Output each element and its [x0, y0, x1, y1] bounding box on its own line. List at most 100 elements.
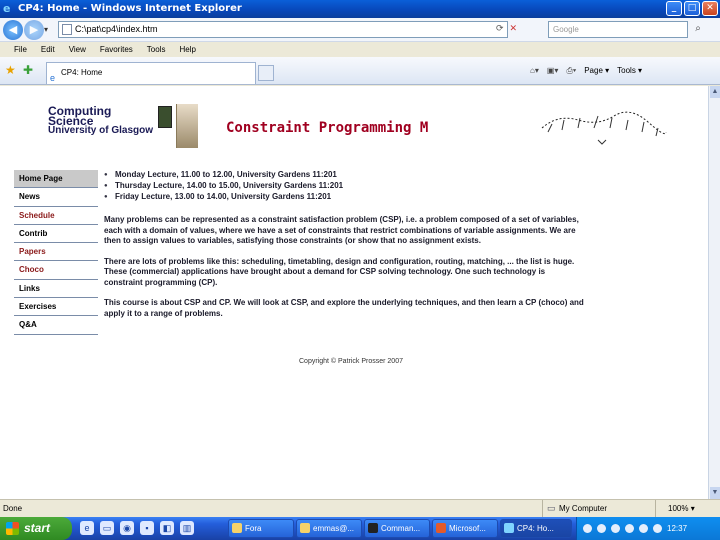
decorative-doodle-image [541, 111, 667, 145]
scroll-down-icon[interactable]: ▼ [710, 487, 720, 499]
nav-qa[interactable]: Q&A [14, 316, 98, 335]
nav-links[interactable]: Links [14, 280, 98, 299]
tray-icon[interactable] [583, 524, 592, 533]
tab-row: ★ ✚ e CP4: Home ⌂▾ ▣▾ ⎙▾ Page ▾ Tools ▾ [0, 57, 720, 85]
applications-paragraph: There are lots of problems like this: sc… [104, 256, 575, 287]
window-controls: _ □ ✕ [666, 1, 718, 16]
menu-tools[interactable]: Tools [147, 42, 166, 57]
computer-icon: ▭ [547, 503, 556, 513]
lecture-item: Thursday Lecture, 14.00 to 15.00, Univer… [104, 181, 584, 192]
start-label: start [24, 521, 51, 535]
zoom-control[interactable]: 100% ▾ [655, 500, 695, 517]
nav-contrib[interactable]: Contrib [14, 225, 98, 244]
cmd-quicklaunch-icon[interactable]: ▪ [140, 521, 154, 535]
university-building-image [176, 104, 198, 148]
tray-icon[interactable] [597, 524, 606, 533]
tab-label: CP4: Home [61, 68, 103, 77]
page-icon [62, 24, 72, 35]
task-microsoft[interactable]: Microsof... [432, 519, 498, 538]
tool-quicklaunch-icon[interactable]: ◧ [160, 521, 174, 535]
page-content: Computing Science University of Glasgow … [0, 86, 708, 499]
ie-window: e CP4: Home - Windows Internet Explorer … [0, 0, 720, 540]
lecture-list: Monday Lecture, 11.00 to 12.00, Universi… [104, 170, 584, 203]
scroll-up-icon[interactable]: ▲ [710, 86, 720, 98]
page-menu[interactable]: Page ▾ [584, 64, 609, 78]
task-label: Fora [245, 524, 262, 533]
new-tab-button[interactable] [258, 65, 274, 81]
zoom-value: 100% [668, 504, 689, 513]
media-icon[interactable]: ◉ [120, 521, 134, 535]
home-icon[interactable]: ⌂▾ [530, 64, 539, 78]
task-command[interactable]: Comman... [364, 519, 430, 538]
left-navigation: Home Page News Schedule Contrib Papers C… [14, 170, 98, 335]
forward-button[interactable]: ▶ [24, 20, 44, 40]
tray-icon[interactable] [625, 524, 634, 533]
tab-cp4-home[interactable]: e CP4: Home [46, 62, 256, 84]
logo-text: Computing Science University of Glasgow [48, 105, 153, 136]
app-quicklaunch-icon[interactable]: ▥ [180, 521, 194, 535]
search-input[interactable]: Google [548, 21, 688, 38]
maximize-button[interactable]: □ [684, 1, 700, 16]
refresh-icon[interactable]: ⟳ [496, 23, 504, 34]
nav-schedule[interactable]: Schedule [14, 207, 98, 225]
ie-quicklaunch-icon[interactable]: e [80, 521, 94, 535]
menu-view[interactable]: View [69, 42, 86, 57]
tools-menu-label: Tools [617, 66, 636, 75]
zone-label: My Computer [559, 504, 608, 513]
menu-favorites[interactable]: Favorites [100, 42, 133, 57]
title-bar: e CP4: Home - Windows Internet Explorer … [0, 0, 720, 18]
tray-icon[interactable] [639, 524, 648, 533]
window-title: CP4: Home - Windows Internet Explorer [18, 3, 242, 14]
feeds-icon[interactable]: ▣▾ [547, 64, 559, 78]
nav-choco[interactable]: Choco [14, 261, 98, 280]
tray-icon[interactable] [653, 524, 662, 533]
status-bar: Done ▭ My Computer 100% ▾ [0, 499, 720, 517]
vertical-scrollbar[interactable]: ▲ ▼ [708, 86, 720, 499]
tools-menu[interactable]: Tools ▾ [617, 64, 642, 78]
stop-icon[interactable]: ✕ [510, 23, 518, 34]
nav-home-page[interactable]: Home Page [14, 170, 98, 189]
security-zone: ▭ My Computer [542, 500, 642, 517]
task-email[interactable]: emmas@... [296, 519, 362, 538]
task-label: Microsof... [449, 524, 486, 533]
windows-logo-icon [6, 522, 19, 535]
start-button[interactable]: start [0, 517, 72, 540]
lecture-item: Friday Lecture, 13.00 to 14.00, Universi… [104, 192, 584, 203]
task-label: CP4: Ho... [517, 524, 554, 533]
page-title: Constraint Programming M [226, 120, 429, 136]
minimize-button[interactable]: _ [666, 1, 682, 16]
task-fora[interactable]: Fora [228, 519, 294, 538]
system-tray: 12:37 [576, 517, 720, 540]
address-actions: ⟳ ✕ [496, 23, 517, 34]
clock[interactable]: 12:37 [667, 524, 687, 533]
ie-logo-icon: e [3, 2, 11, 15]
main-column: Monday Lecture, 11.00 to 12.00, Universi… [104, 170, 584, 319]
menu-file[interactable]: File [14, 42, 27, 57]
course-paragraph: This course is about CSP and CP. We will… [104, 298, 584, 318]
history-dropdown-icon[interactable]: ▾ [44, 25, 48, 34]
lecture-item: Monday Lecture, 11.00 to 12.00, Universi… [104, 170, 584, 181]
page-menu-label: Page [584, 66, 603, 75]
menu-help[interactable]: Help [179, 42, 195, 57]
address-row: ◀ ▶ ▾ C:\pat\cp4\index.htm ⟳ ✕ Google ⌕ [0, 18, 720, 42]
university-logo: Computing Science University of Glasgow [44, 104, 198, 154]
print-icon[interactable]: ⎙▾ [566, 64, 576, 78]
add-favorite-icon[interactable]: ✚ [23, 63, 33, 77]
tab-page-icon: e [50, 73, 56, 83]
menu-edit[interactable]: Edit [41, 42, 55, 57]
mail-icon [300, 523, 310, 533]
back-button[interactable]: ◀ [3, 20, 23, 40]
search-icon[interactable]: ⌕ [690, 21, 706, 38]
ie-task-icon [504, 523, 514, 533]
show-desktop-icon[interactable]: ▭ [100, 521, 114, 535]
intro-paragraph: Many problems can be represented as a co… [104, 215, 579, 245]
nav-exercises[interactable]: Exercises [14, 298, 98, 317]
close-button[interactable]: ✕ [702, 1, 718, 16]
address-input[interactable]: C:\pat\cp4\index.htm [58, 21, 508, 38]
menu-bar: File Edit View Favorites Tools Help [0, 42, 720, 57]
nav-news[interactable]: News [14, 188, 98, 207]
nav-papers[interactable]: Papers [14, 243, 98, 262]
task-ie-cp4[interactable]: CP4: Ho... [500, 519, 572, 538]
favorites-star-icon[interactable]: ★ [5, 63, 16, 77]
tray-icon[interactable] [611, 524, 620, 533]
